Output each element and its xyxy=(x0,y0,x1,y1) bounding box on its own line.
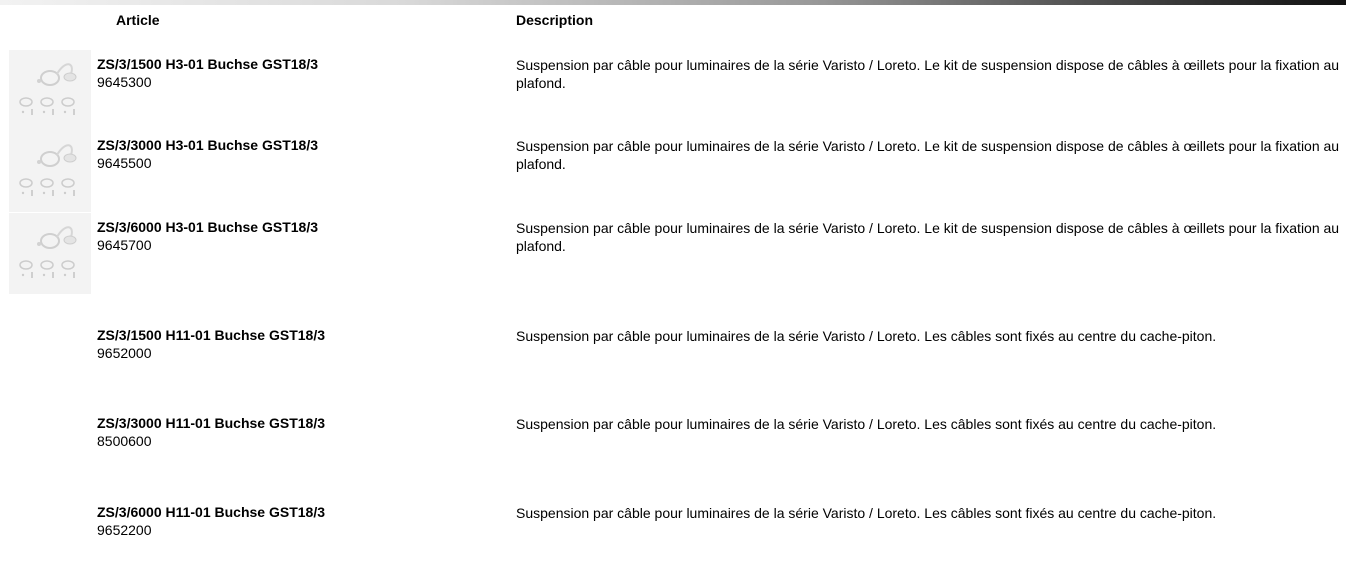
article-name: ZS/3/6000 H3-01 Buchse GST18/3 xyxy=(97,219,318,235)
article-description: Suspension par câble pour luminaires de … xyxy=(516,328,1217,344)
article-number: 9645700 xyxy=(97,237,152,253)
product-thumbnail xyxy=(9,50,91,131)
table-row: ZS/3/3000 H11-01 Buchse GST18/3 8500600 … xyxy=(0,415,1346,495)
article-description: Suspension par câble pour luminaires de … xyxy=(516,138,1340,172)
article-name: ZS/3/6000 H11-01 Buchse GST18/3 xyxy=(97,504,326,520)
article-number: 9652200 xyxy=(97,522,152,538)
table-row: ZS/3/6000 H3-01 Buchse GST18/3 9645700 S… xyxy=(0,213,1346,294)
article-name: ZS/3/3000 H11-01 Buchse GST18/3 xyxy=(97,415,326,431)
product-thumbnail xyxy=(9,213,91,294)
description-column-header: Description xyxy=(516,12,594,28)
article-number: 9652000 xyxy=(97,345,152,361)
table-row: ZS/3/3000 H3-01 Buchse GST18/3 9645500 S… xyxy=(0,131,1346,212)
article-name: ZS/3/1500 H11-01 Buchse GST18/3 xyxy=(97,327,326,343)
suspension-kit-icon xyxy=(19,226,77,278)
article-description: Suspension par câble pour luminaires de … xyxy=(516,57,1340,91)
article-description: Suspension par câble pour luminaires de … xyxy=(516,416,1217,432)
article-name: ZS/3/1500 H3-01 Buchse GST18/3 xyxy=(97,56,318,72)
product-thumbnail xyxy=(9,131,91,212)
table-row: ZS/3/6000 H11-01 Buchse GST18/3 9652200 … xyxy=(0,504,1346,584)
article-description: Suspension par câble pour luminaires de … xyxy=(516,220,1340,254)
article-number: 9645300 xyxy=(97,74,152,90)
article-description: Suspension par câble pour luminaires de … xyxy=(516,505,1217,521)
suspension-kit-icon xyxy=(19,144,77,196)
table-row: ZS/3/1500 H3-01 Buchse GST18/3 9645300 S… xyxy=(0,50,1346,131)
suspension-kit-icon xyxy=(19,63,77,115)
top-gradient-bar xyxy=(0,0,1346,5)
table-row: ZS/3/1500 H11-01 Buchse GST18/3 9652000 … xyxy=(0,327,1346,407)
article-number: 9645500 xyxy=(97,155,152,171)
article-name: ZS/3/3000 H3-01 Buchse GST18/3 xyxy=(97,137,318,153)
article-column-header: Article xyxy=(116,12,160,28)
article-number: 8500600 xyxy=(97,433,152,449)
